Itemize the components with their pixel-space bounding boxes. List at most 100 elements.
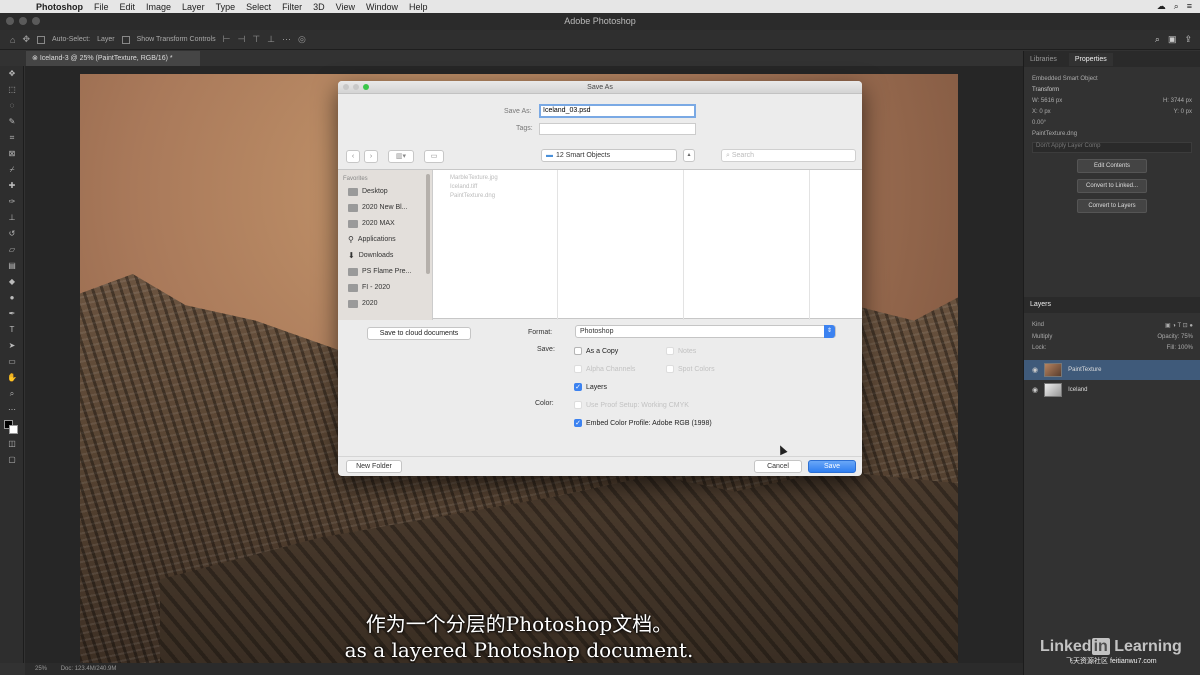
format-dropdown[interactable]: Photoshop ⇕: [575, 325, 836, 338]
share-icon[interactable]: ⇪: [1184, 34, 1192, 45]
checkbox-box[interactable]: [574, 347, 582, 355]
zoom-tool-icon[interactable]: ⌕: [0, 386, 24, 402]
opacity-field[interactable]: Opacity: 75%: [1157, 334, 1193, 340]
distribute-icon[interactable]: ⋯: [282, 34, 291, 45]
close-tab-icon[interactable]: ⊗: [32, 55, 40, 62]
zoom-level[interactable]: 25%: [35, 666, 47, 672]
control-center-icon[interactable]: ≡: [1187, 1, 1192, 12]
sidebar-item-downloads[interactable]: ⬇ Downloads: [338, 248, 432, 264]
width-field[interactable]: W: 5616 px: [1032, 98, 1062, 104]
checkbox-box[interactable]: [666, 365, 674, 373]
blend-mode-select[interactable]: Multiply: [1032, 334, 1052, 340]
move-tool-icon[interactable]: ✥: [0, 66, 24, 82]
auto-select-checkbox[interactable]: [36, 35, 45, 44]
edit-contents-button[interactable]: Edit Contents: [1077, 159, 1147, 173]
layers-panel-title[interactable]: Layers: [1024, 297, 1200, 313]
back-button[interactable]: ‹: [346, 149, 360, 163]
save-to-cloud-button[interactable]: Save to cloud documents: [367, 327, 471, 340]
align-top-icon[interactable]: ⊤: [252, 34, 260, 45]
save-button[interactable]: Save: [808, 460, 856, 473]
file-item[interactable]: Iceland.tiff: [434, 183, 557, 192]
proof-setup-checkbox[interactable]: Use Proof Setup: Working CMYK: [574, 401, 689, 409]
brush-tool-icon[interactable]: ✑: [0, 194, 24, 210]
eye-icon[interactable]: ◉: [1032, 386, 1038, 394]
menu-view[interactable]: View: [336, 2, 355, 12]
embed-profile-checkbox[interactable]: ✓ Embed Color Profile: Adobe RGB (1998): [574, 419, 712, 427]
checkbox-box[interactable]: [574, 401, 582, 409]
file-item[interactable]: MarbleTexture.jpg: [434, 174, 557, 183]
dialog-zoom-button[interactable]: [363, 84, 369, 90]
sidebar-item-2020[interactable]: 2020: [338, 296, 432, 312]
more-tools-icon[interactable]: ⋯: [0, 402, 24, 418]
location-dropdown[interactable]: ▬ 12 Smart Objects: [541, 149, 677, 162]
history-brush-tool-icon[interactable]: ↺: [0, 226, 24, 242]
spotlight-icon[interactable]: ⌕: [1174, 1, 1179, 12]
hand-tool-icon[interactable]: ✋: [0, 370, 24, 386]
menu-layer[interactable]: Layer: [182, 2, 205, 12]
sidebar-item-desktop[interactable]: Desktop: [338, 184, 432, 200]
checkbox-checked[interactable]: ✓: [574, 383, 582, 391]
angle-field[interactable]: 0.00°: [1032, 120, 1046, 126]
gradient-tool-icon[interactable]: ▤: [0, 258, 24, 274]
menu-edit[interactable]: Edit: [120, 2, 136, 12]
sidebar-item-applications[interactable]: ⚲ Applications: [338, 232, 432, 248]
search-icon[interactable]: ⌕: [1155, 34, 1160, 45]
path-select-tool-icon[interactable]: ➤: [0, 338, 24, 354]
as-copy-checkbox[interactable]: As a Copy: [574, 347, 618, 355]
layers-checkbox[interactable]: ✓ Layers: [574, 383, 607, 391]
eye-icon[interactable]: ◉: [1032, 366, 1038, 374]
color-swatches[interactable]: [0, 418, 23, 436]
blur-tool-icon[interactable]: ◆: [0, 274, 24, 290]
filename-input[interactable]: Iceland_03.psd: [539, 104, 696, 118]
menu-file[interactable]: File: [94, 2, 109, 12]
file-item[interactable]: PaintTexture.dng: [434, 192, 557, 201]
sidebar-item-2020-max[interactable]: 2020 MAX: [338, 216, 432, 232]
new-folder-icon[interactable]: ▭: [424, 149, 444, 163]
document-tab[interactable]: ⊗ Iceland-3 @ 25% (PaintTexture, RGB/16)…: [26, 51, 200, 66]
expand-button[interactable]: ▴: [683, 149, 695, 162]
home-icon[interactable]: ⌂: [10, 35, 15, 45]
crop-tool-icon[interactable]: ⌗: [0, 130, 24, 146]
align-middle-icon[interactable]: ⊥: [267, 34, 275, 45]
eraser-tool-icon[interactable]: ▱: [0, 242, 24, 258]
type-tool-icon[interactable]: T: [0, 322, 24, 338]
spot-colors-checkbox[interactable]: Spot Colors: [666, 365, 715, 373]
layer-row[interactable]: ◉ PaintTexture: [1024, 360, 1200, 380]
menu-help[interactable]: Help: [409, 2, 428, 12]
x-field[interactable]: X: 0 px: [1032, 109, 1051, 115]
creative-cloud-icon[interactable]: ☁: [1157, 1, 1166, 12]
notes-checkbox[interactable]: Notes: [666, 347, 696, 355]
search-field[interactable]: ⌕ Search: [721, 149, 856, 162]
3d-mode-icon[interactable]: ◎: [298, 34, 306, 45]
align-left-icon[interactable]: ⊢: [223, 34, 231, 45]
quick-select-tool-icon[interactable]: ✎: [0, 114, 24, 130]
cancel-button[interactable]: Cancel: [754, 460, 802, 473]
close-window-button[interactable]: [6, 17, 14, 25]
frame-tool-icon[interactable]: ⊠: [0, 146, 24, 162]
alpha-channels-checkbox[interactable]: Alpha Channels: [574, 365, 635, 373]
y-field[interactable]: Y: 0 px: [1174, 109, 1192, 115]
shape-tool-icon[interactable]: ▭: [0, 354, 24, 370]
auto-select-dropdown[interactable]: Layer: [97, 36, 115, 43]
menu-3d[interactable]: 3D: [313, 2, 325, 12]
align-center-icon[interactable]: ⊣: [237, 34, 245, 45]
menu-app-name[interactable]: Photoshop: [36, 2, 83, 12]
dialog-close-button[interactable]: [343, 84, 349, 90]
sidebar-scrollbar[interactable]: [426, 174, 430, 274]
zoom-window-button[interactable]: [32, 17, 40, 25]
convert-to-linked-button[interactable]: Convert to Linked...: [1077, 179, 1147, 193]
stamp-tool-icon[interactable]: ⊥: [0, 210, 24, 226]
height-field[interactable]: H: 3744 px: [1163, 98, 1192, 104]
sidebar-item-fi-2020[interactable]: FI - 2020: [338, 280, 432, 296]
sidebar-item-ps-flame[interactable]: PS Flame Pre...: [338, 264, 432, 280]
tab-properties[interactable]: Properties: [1068, 52, 1113, 66]
healing-tool-icon[interactable]: ✚: [0, 178, 24, 194]
new-folder-button[interactable]: New Folder: [346, 460, 402, 473]
checkbox-box[interactable]: [574, 365, 582, 373]
layer-comp-select[interactable]: Don't Apply Layer Comp: [1032, 142, 1192, 153]
lasso-tool-icon[interactable]: ◌: [0, 98, 24, 114]
tab-libraries[interactable]: Libraries: [1030, 56, 1057, 63]
menu-image[interactable]: Image: [146, 2, 171, 12]
background-color[interactable]: [9, 425, 18, 434]
eyedropper-tool-icon[interactable]: ⌿: [0, 162, 24, 178]
